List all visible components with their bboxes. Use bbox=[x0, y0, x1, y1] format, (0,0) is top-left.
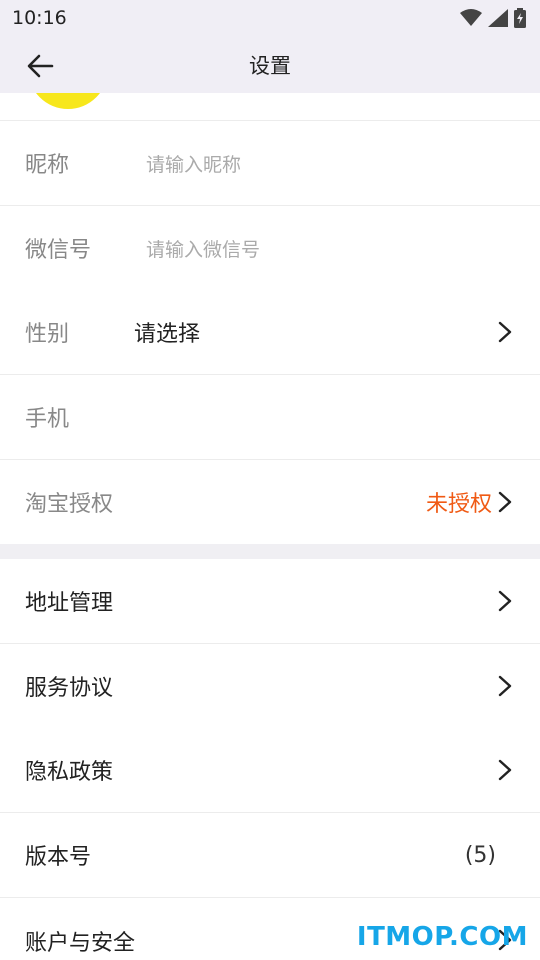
app-bar: 设置 bbox=[0, 36, 540, 93]
chevron-right-icon bbox=[498, 491, 512, 513]
service-agreement-label: 服务协议 bbox=[25, 676, 114, 701]
chevron-right-icon bbox=[498, 321, 512, 343]
battery-icon bbox=[514, 8, 526, 28]
privacy-policy-label: 隐私政策 bbox=[25, 760, 114, 785]
auth-status-text: 未授权 bbox=[425, 492, 492, 517]
phone-row[interactable]: 手机 bbox=[0, 375, 540, 460]
watermark: ITMOP.COM bbox=[356, 922, 528, 952]
arrow-left-icon bbox=[27, 54, 54, 78]
status-time: 10:16 bbox=[12, 7, 67, 29]
taobao-auth-row[interactable]: 淘宝授权 未授权 bbox=[0, 460, 540, 544]
section-divider bbox=[0, 544, 540, 559]
nickname-row[interactable]: 昵称 请输入昵称 bbox=[0, 121, 540, 206]
signal-icon bbox=[488, 9, 508, 27]
address-management-row[interactable]: 地址管理 bbox=[0, 559, 540, 644]
gender-row[interactable]: 性别 请选择 bbox=[0, 290, 540, 375]
nickname-label: 昵称 bbox=[25, 153, 70, 178]
chevron-right-icon bbox=[498, 590, 512, 612]
wechat-label: 微信号 bbox=[25, 238, 92, 263]
version-count: (5) bbox=[464, 842, 496, 868]
page-title: 设置 bbox=[249, 53, 291, 78]
avatar-row[interactable] bbox=[0, 93, 540, 121]
version-label: 版本号 bbox=[25, 845, 92, 870]
nickname-input[interactable]: 请输入昵称 bbox=[146, 150, 241, 177]
privacy-policy-row[interactable]: 隐私政策 bbox=[0, 728, 540, 813]
taobao-auth-label: 淘宝授权 bbox=[25, 492, 114, 517]
wechat-row[interactable]: 微信号 请输入微信号 bbox=[0, 206, 540, 291]
chevron-right-icon bbox=[498, 675, 512, 697]
gender-value[interactable]: 请选择 bbox=[134, 316, 200, 348]
address-management-label: 地址管理 bbox=[25, 591, 114, 616]
status-icons bbox=[460, 8, 526, 28]
wechat-input[interactable]: 请输入微信号 bbox=[146, 235, 260, 262]
version-row[interactable]: 版本号 (5) bbox=[0, 813, 540, 898]
chevron-right-icon bbox=[498, 759, 512, 781]
service-agreement-row[interactable]: 服务协议 bbox=[0, 644, 540, 729]
back-button[interactable] bbox=[24, 50, 56, 82]
gender-label: 性别 bbox=[25, 322, 70, 347]
account-security-label: 账户与安全 bbox=[25, 930, 136, 956]
status-bar: 10:16 bbox=[0, 0, 540, 36]
avatar[interactable] bbox=[28, 93, 108, 109]
phone-label: 手机 bbox=[25, 407, 70, 432]
wifi-icon bbox=[460, 9, 482, 26]
